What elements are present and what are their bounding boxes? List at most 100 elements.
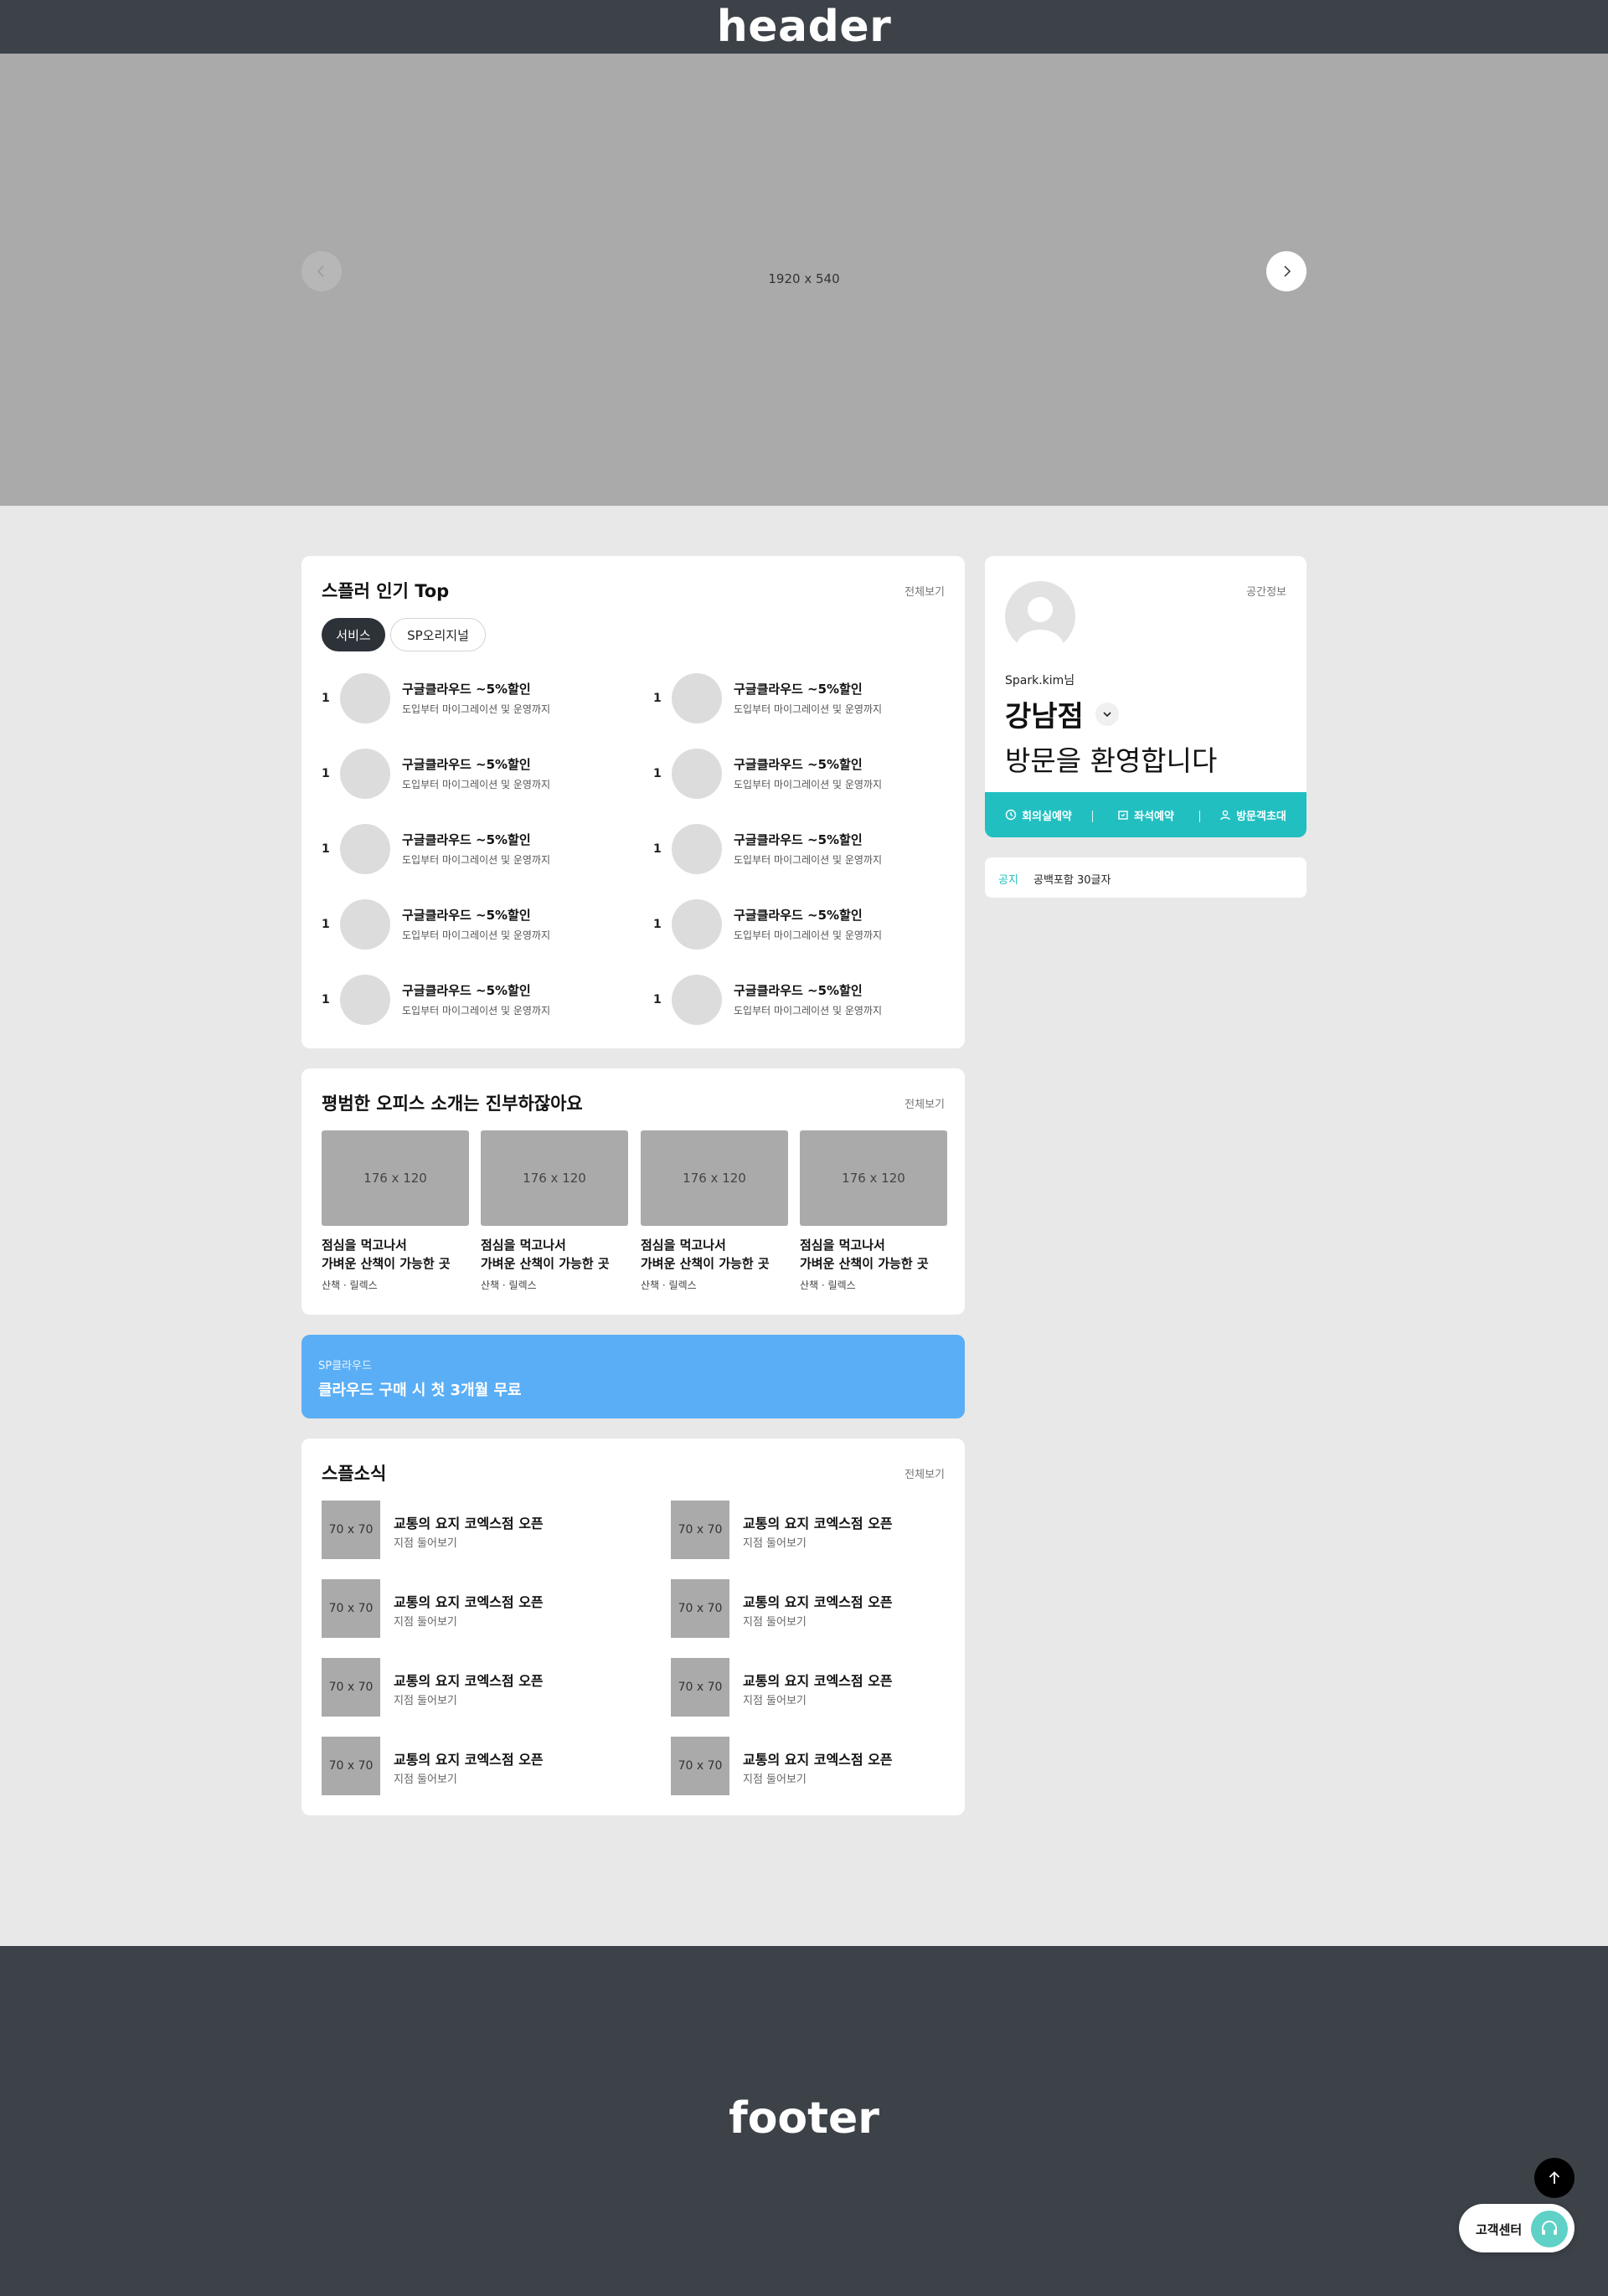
rank-thumbnail: [340, 673, 390, 723]
office-name: 점심을 먹고나서 가벼운 산책이 가능한 곳: [481, 1236, 628, 1273]
news-thumbnail: 70 x 70: [322, 1579, 380, 1638]
news-card: 스플소식 전체보기 70 x 70 교통의 요지 코엑스점 오픈 지점 둘어보기…: [302, 1439, 965, 1815]
rank-title: 구글클라우드 ~5%할인: [402, 983, 531, 998]
rank-desc: 도입부터 마이그레이션 및 운영까지: [734, 854, 883, 866]
arrow-up-icon: [1549, 2171, 1560, 2184]
news-item-sub: 지점 둘어보기: [394, 1616, 457, 1629]
promo-banner[interactable]: SP클라우드 클라우드 구매 시 첫 3개월 무료: [302, 1335, 965, 1418]
news-item-sub: 지점 둘어보기: [743, 1537, 807, 1550]
news-item[interactable]: 70 x 70 교통의 요지 코엑스점 오픈 지점 둘어보기: [322, 1737, 606, 1795]
seat-reservation-label: 좌석예약: [1134, 810, 1174, 823]
footer-title: footer: [729, 2093, 879, 2144]
popular-title: 스플러 인기 Top: [322, 581, 450, 601]
scroll-top-button[interactable]: [1534, 2158, 1574, 2198]
notice-text: 공백포함 30글자: [1033, 874, 1111, 887]
rank-title: 구글클라우드 ~5%할인: [402, 757, 531, 772]
news-item[interactable]: 70 x 70 교통의 요지 코엑스점 오픈 지점 둘어보기: [322, 1579, 606, 1638]
news-item-title: 교통의 요지 코엑스점 오픈: [394, 1594, 544, 1610]
promo-banner-text: 클라우드 구매 시 첫 3개월 무료: [318, 1382, 522, 1399]
rank-title: 구글클라우드 ~5%할인: [734, 983, 863, 998]
user-silhouette-icon: [1017, 597, 1064, 651]
chevron-down-icon: [1103, 711, 1111, 717]
news-thumbnail: 70 x 70: [671, 1501, 729, 1559]
branch-selector[interactable]: 강남점: [1005, 693, 1119, 734]
office-intro-card: 평범한 오피스 소개는 진부하잖아요 전체보기 176 x 120 점심을 먹고…: [302, 1068, 965, 1315]
news-item[interactable]: 70 x 70 교통의 요지 코엑스점 오픈 지점 둘어보기: [671, 1579, 956, 1638]
space-info-link[interactable]: 공간정보: [1246, 583, 1286, 599]
rank-number: 1: [653, 842, 662, 856]
rank-item[interactable]: 1 구글클라우드 ~5%할인 도입부터 마이그레이션 및 운영까지: [653, 898, 963, 951]
rank-title: 구글클라우드 ~5%할인: [402, 908, 531, 923]
office-item[interactable]: 176 x 120 점심을 먹고나서 가벼운 산책이 가능한 곳 산책 · 릴렉…: [641, 1130, 788, 1292]
office-more-link[interactable]: 전체보기: [904, 1095, 945, 1111]
office-name-line2: 가벼운 산책이 가능한 곳: [800, 1256, 929, 1271]
notice-bar[interactable]: 공지 공백포함 30글자: [985, 857, 1306, 898]
news-thumbnail: 70 x 70: [671, 1658, 729, 1717]
seat-reservation-button[interactable]: 좌석예약: [1092, 807, 1199, 823]
news-item[interactable]: 70 x 70 교통의 요지 코엑스점 오픈 지점 둘어보기: [671, 1658, 956, 1717]
visitor-invite-button[interactable]: 방문객초대: [1199, 807, 1306, 823]
news-item[interactable]: 70 x 70 교통의 요지 코엑스점 오픈 지점 둘어보기: [322, 1501, 606, 1559]
rank-desc: 도입부터 마이그레이션 및 운영까지: [402, 1005, 551, 1017]
news-thumbnail: 70 x 70: [322, 1501, 380, 1559]
rank-item[interactable]: 1 구글클라우드 ~5%할인 도입부터 마이그레이션 및 운영까지: [322, 898, 631, 951]
rank-thumbnail: [340, 749, 390, 799]
news-item[interactable]: 70 x 70 교통의 요지 코엑스점 오픈 지점 둘어보기: [671, 1737, 956, 1795]
hero-size-label: 1920 x 540: [768, 271, 840, 286]
news-item-title: 교통의 요지 코엑스점 오픈: [394, 1752, 544, 1768]
office-item[interactable]: 176 x 120 점심을 먹고나서 가벼운 산책이 가능한 곳 산책 · 릴렉…: [481, 1130, 628, 1292]
office-item[interactable]: 176 x 120 점심을 먹고나서 가벼운 산책이 가능한 곳 산책 · 릴렉…: [322, 1130, 469, 1292]
rank-item[interactable]: 1 구글클라우드 ~5%할인 도입부터 마이그레이션 및 운영까지: [322, 672, 631, 725]
rank-number: 1: [322, 918, 330, 931]
rank-item[interactable]: 1 구글클라우드 ~5%할인 도입부터 마이그레이션 및 운영까지: [322, 822, 631, 876]
news-item-title: 교통의 요지 코엑스점 오픈: [394, 1673, 544, 1689]
hero-prev-button[interactable]: [302, 251, 342, 291]
news-item-sub: 지점 둘어보기: [394, 1537, 457, 1550]
office-item[interactable]: 176 x 120 점심을 먹고나서 가벼운 산책이 가능한 곳 산책 · 릴렉…: [800, 1130, 947, 1292]
office-title: 평범한 오피스 소개는 진부하잖아요: [322, 1094, 583, 1114]
rank-item[interactable]: 1 구글클라우드 ~5%할인 도입부터 마이그레이션 및 운영까지: [653, 747, 963, 801]
welcome-message: 방문을 환영합니다: [1005, 744, 1218, 777]
news-more-link[interactable]: 전체보기: [904, 1465, 945, 1481]
rank-item[interactable]: 1 구글클라우드 ~5%할인 도입부터 마이그레이션 및 운영까지: [653, 672, 963, 725]
office-name-line2: 가벼운 산책이 가능한 곳: [322, 1256, 451, 1271]
rank-desc: 도입부터 마이그레이션 및 운영까지: [402, 779, 551, 790]
office-image: 176 x 120: [641, 1130, 788, 1226]
header-title: header: [716, 2, 892, 52]
rank-desc: 도입부터 마이그레이션 및 운영까지: [402, 929, 551, 941]
news-item-sub: 지점 둘어보기: [743, 1695, 807, 1707]
tab-service[interactable]: 서비스: [322, 618, 385, 651]
rank-item[interactable]: 1 구글클라우드 ~5%할인 도입부터 마이그레이션 및 운영까지: [653, 822, 963, 876]
news-item[interactable]: 70 x 70 교통의 요지 코엑스점 오픈 지점 둘어보기: [322, 1658, 606, 1717]
office-name-line1: 점심을 먹고나서: [641, 1238, 726, 1253]
chevron-left-icon: [317, 265, 324, 277]
hero-next-button[interactable]: [1266, 251, 1306, 291]
customer-center-button[interactable]: 고객센터: [1459, 2204, 1574, 2252]
tab-sp-original[interactable]: SP오리지널: [390, 618, 486, 651]
news-item-title: 교통의 요지 코엑스점 오픈: [743, 1594, 893, 1610]
meeting-room-reservation-button[interactable]: 회의실예약: [985, 807, 1092, 823]
news-item[interactable]: 70 x 70 교통의 요지 코엑스점 오픈 지점 둘어보기: [671, 1501, 956, 1559]
rank-thumbnail: [340, 899, 390, 950]
news-item-sub: 지점 둘어보기: [743, 1773, 807, 1786]
rank-thumbnail: [672, 749, 722, 799]
rank-item[interactable]: 1 구글클라우드 ~5%할인 도입부터 마이그레이션 및 운영까지: [653, 973, 963, 1027]
office-name-line1: 점심을 먹고나서: [481, 1238, 566, 1253]
rank-thumbnail: [340, 975, 390, 1025]
branch-dropdown-button[interactable]: [1095, 702, 1119, 726]
news-thumbnail: 70 x 70: [671, 1579, 729, 1638]
office-name: 점심을 먹고나서 가벼운 산책이 가능한 곳: [322, 1236, 469, 1273]
hero-banner[interactable]: 1920 x 540: [0, 54, 1608, 506]
news-thumbnail: 70 x 70: [322, 1737, 380, 1795]
office-name: 점심을 먹고나서 가벼운 산책이 가능한 곳: [641, 1236, 788, 1273]
rank-item[interactable]: 1 구글클라우드 ~5%할인 도입부터 마이그레이션 및 운영까지: [322, 747, 631, 801]
rank-item[interactable]: 1 구글클라우드 ~5%할인 도입부터 마이그레이션 및 운영까지: [322, 973, 631, 1027]
rank-desc: 도입부터 마이그레이션 및 운영까지: [734, 703, 883, 715]
popular-more-link[interactable]: 전체보기: [904, 583, 945, 599]
office-image: 176 x 120: [800, 1130, 947, 1226]
rank-thumbnail: [672, 975, 722, 1025]
office-tags: 산책 · 릴렉스: [641, 1279, 697, 1291]
header: header: [0, 0, 1608, 54]
branch-name: 강남점: [1005, 700, 1084, 734]
rank-desc: 도입부터 마이그레이션 및 운영까지: [734, 929, 883, 941]
